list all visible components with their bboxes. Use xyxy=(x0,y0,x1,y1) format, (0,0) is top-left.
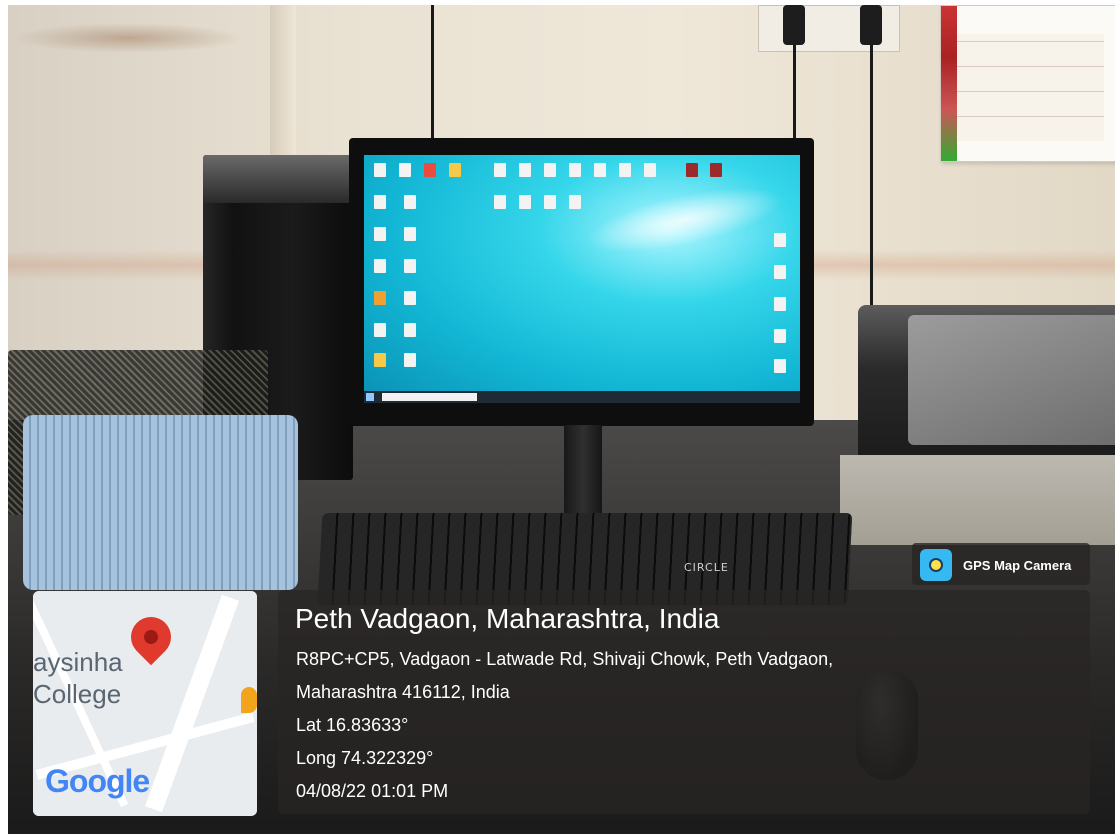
desktop-icon xyxy=(374,353,386,367)
desktop-icon xyxy=(404,291,416,305)
gps-camera-icon xyxy=(920,549,952,581)
wall-calendar xyxy=(940,5,1115,162)
address-line-2: Maharashtra 416112, India xyxy=(296,682,510,702)
google-logo-text: Google xyxy=(45,763,150,799)
desktop-icon xyxy=(519,163,531,177)
longitude: Long 74.322329° xyxy=(296,748,434,768)
latitude: Lat 16.83633° xyxy=(296,715,409,735)
address-line-1: R8PC+CP5, Vadgaon - Latwade Rd, Shivaji … xyxy=(296,649,834,669)
desktop-icon xyxy=(774,359,786,373)
desktop-icon xyxy=(519,195,531,209)
desktop-icon xyxy=(404,195,416,209)
desktop-icon xyxy=(374,195,386,209)
taskbar-search xyxy=(382,393,477,401)
desktop-screen xyxy=(364,155,800,403)
monitor-stand xyxy=(564,425,602,515)
desktop-icon xyxy=(774,297,786,311)
map-place-label-1: aysinha xyxy=(33,647,123,677)
desktop-icon xyxy=(710,163,722,177)
power-plug xyxy=(783,5,805,45)
desktop-icon xyxy=(686,163,698,177)
calendar-grid xyxy=(957,34,1104,141)
desktop-icon xyxy=(374,291,386,305)
place-title: Peth Vadgaon, Maharashtra, India xyxy=(295,603,720,634)
restaurant-pin-icon xyxy=(241,687,257,713)
router xyxy=(23,415,298,590)
keyboard-brand: CIRCLE xyxy=(684,561,729,574)
desktop-icon xyxy=(374,163,386,177)
desktop-icon xyxy=(774,329,786,343)
cable xyxy=(870,45,873,305)
desktop-icon xyxy=(404,323,416,337)
power-plug xyxy=(860,5,882,45)
desktop-icon xyxy=(424,163,436,177)
desktop-icon xyxy=(594,163,606,177)
desktop-icon xyxy=(404,353,416,367)
map-thumbnail: aysinha College Google xyxy=(33,591,257,816)
desktop-icon xyxy=(544,163,556,177)
google-logo: Google xyxy=(45,763,150,800)
desktop-icon xyxy=(774,265,786,279)
desktop-icon xyxy=(644,163,656,177)
desktop-icon xyxy=(404,259,416,273)
desktop-icon xyxy=(374,323,386,337)
date-time: 04/08/22 01:01 PM xyxy=(296,781,449,801)
desktop-icon xyxy=(449,163,461,177)
printer-tray xyxy=(908,315,1115,445)
desktop-icon xyxy=(774,233,786,247)
desktop-icon xyxy=(544,195,556,209)
desktop-icon xyxy=(619,163,631,177)
desktop-icon xyxy=(374,227,386,241)
desktop-icon xyxy=(494,195,506,209)
location-pin-dot xyxy=(144,630,158,644)
wallpaper-wave xyxy=(580,174,788,266)
desktop-icon xyxy=(494,163,506,177)
taskbar xyxy=(364,391,800,403)
printer-base xyxy=(840,455,1115,545)
wall-stain xyxy=(13,23,243,53)
calendar-bar xyxy=(941,6,957,161)
desktop-icon xyxy=(569,195,581,209)
desktop-icon xyxy=(374,259,386,273)
desktop-icon xyxy=(404,227,416,241)
cpu-top xyxy=(203,155,353,203)
cable xyxy=(431,5,434,145)
gps-app-label: GPS Map Camera xyxy=(963,558,1072,573)
desktop-icon xyxy=(569,163,581,177)
map-place-label-2: College xyxy=(33,679,122,709)
start-button-icon xyxy=(366,393,374,401)
desktop-icon xyxy=(399,163,411,177)
